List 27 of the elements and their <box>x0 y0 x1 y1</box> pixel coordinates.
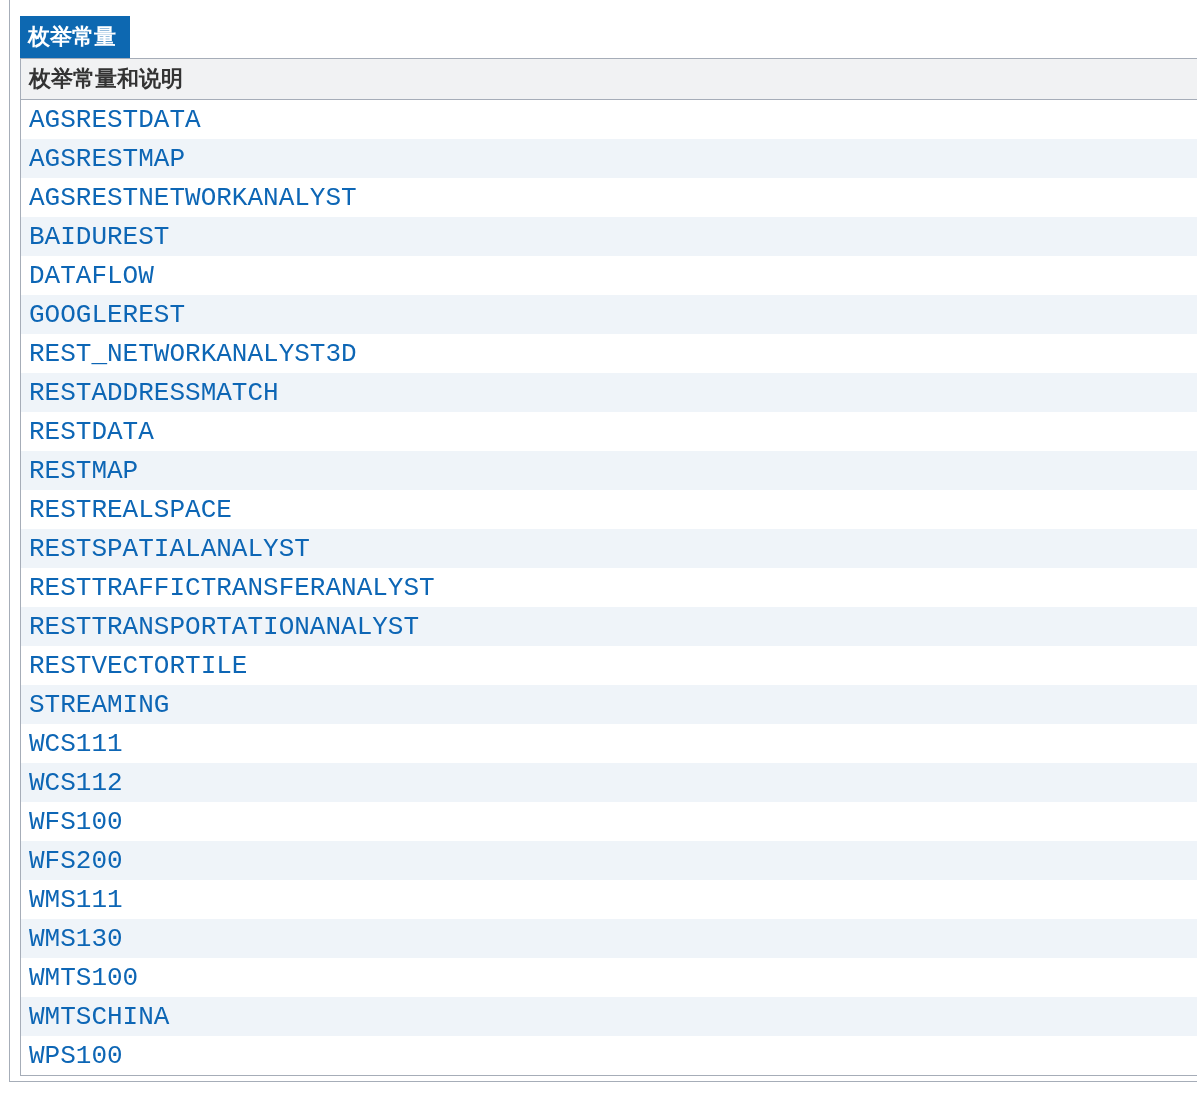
constant-link[interactable]: DATAFLOW <box>29 260 154 291</box>
constant-link[interactable]: RESTMAP <box>29 455 139 486</box>
constant-link[interactable]: RESTTRAFFICTRANSFERANALYST <box>29 572 435 603</box>
constant-link[interactable]: RESTTRANSPORTATIONANALYST <box>29 611 420 642</box>
constant-link[interactable]: WMTS100 <box>29 962 139 993</box>
constant-link[interactable]: GOOGLEREST <box>29 299 186 330</box>
constant-link[interactable]: STREAMING <box>29 689 170 720</box>
constant-link[interactable]: AGSRESTNETWORKANALYST <box>29 182 357 213</box>
constant-link[interactable]: WMTSCHINA <box>29 1001 170 1032</box>
constant-link[interactable]: AGSRESTMAP <box>29 143 186 174</box>
constant-link[interactable]: WCS112 <box>29 767 123 798</box>
constant-link[interactable]: WCS111 <box>29 728 123 759</box>
constant-link[interactable]: WFS200 <box>29 845 123 876</box>
column-header: 枚举常量和说明 <box>21 59 1197 100</box>
constant-link[interactable]: WMS111 <box>29 884 123 915</box>
constant-link[interactable]: BAIDUREST <box>29 221 170 252</box>
constant-link[interactable]: WFS100 <box>29 806 123 837</box>
constant-link[interactable]: RESTDATA <box>29 416 154 447</box>
constant-link[interactable]: RESTSPATIALANALYST <box>29 533 310 564</box>
constant-link[interactable]: AGSRESTDATA <box>29 104 201 135</box>
table-caption: 枚举常量 <box>20 16 130 58</box>
constant-link[interactable]: WPS100 <box>29 1040 123 1071</box>
constant-link[interactable]: WMS130 <box>29 923 123 954</box>
constant-link[interactable]: REST_NETWORKANALYST3D <box>29 338 357 369</box>
constant-link[interactable]: RESTADDRESSMATCH <box>29 377 279 408</box>
constant-link[interactable]: RESTREALSPACE <box>29 494 232 525</box>
constant-link[interactable]: RESTVECTORTILE <box>29 650 248 681</box>
